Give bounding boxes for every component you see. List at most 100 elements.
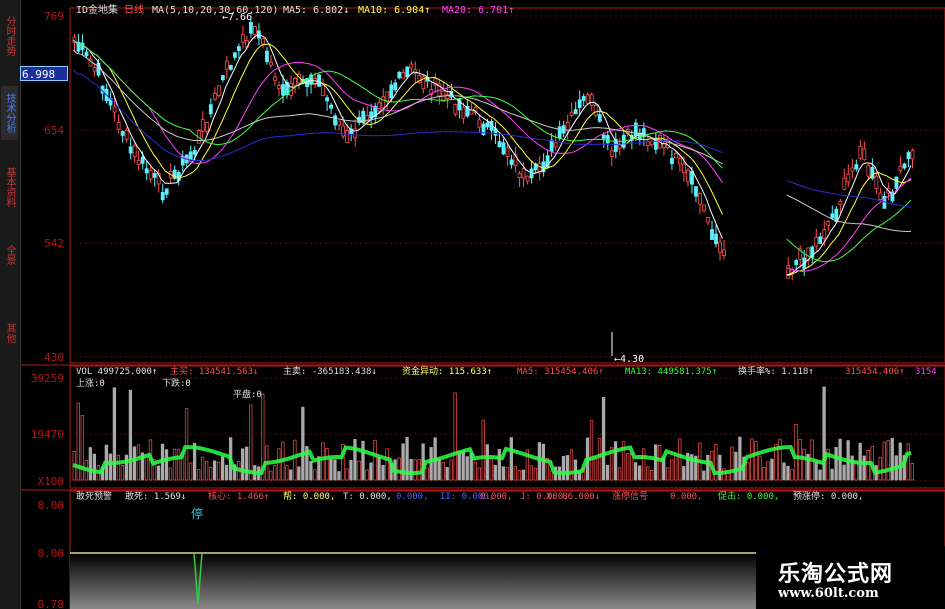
volume-bar (397, 457, 401, 481)
candle-body (866, 165, 871, 177)
period-label: 日线 (124, 3, 144, 16)
volume-bar (112, 387, 117, 481)
volume-bar (517, 470, 522, 481)
volume-bar (289, 469, 293, 481)
volume-bar (457, 451, 461, 481)
candle (164, 188, 169, 198)
candle (228, 64, 233, 71)
candle (593, 103, 598, 118)
candle (317, 73, 321, 87)
volume-bar (273, 464, 277, 481)
candle (718, 236, 722, 261)
volume-bar (746, 462, 750, 481)
candle (212, 87, 217, 101)
volume-value-label: VOL 499725.000↑ (76, 367, 157, 377)
volume-bar (385, 448, 389, 481)
candle (224, 55, 229, 79)
volume-bar (128, 389, 133, 481)
candle (910, 148, 915, 169)
candle (349, 124, 354, 142)
volume-bar (730, 446, 734, 481)
candle-body (565, 121, 570, 131)
candle-body (124, 129, 129, 140)
candle (144, 160, 149, 181)
candle (273, 72, 277, 86)
candle-body (136, 159, 141, 165)
candle (381, 88, 386, 116)
tab-other[interactable]: 其他 (1, 318, 18, 348)
candle-body (116, 122, 121, 130)
volume-bar (842, 464, 846, 481)
volume-bar (854, 461, 858, 481)
candle (517, 170, 522, 187)
volume-bar (633, 462, 638, 481)
volume-bar (357, 460, 361, 481)
candle (337, 120, 342, 131)
candle (846, 164, 851, 187)
volume-bar (890, 438, 894, 481)
candle-body (577, 99, 582, 108)
candle-body (232, 52, 237, 58)
volume-y-tick-label: 39259 (31, 372, 64, 385)
volume-bar (533, 467, 538, 481)
candle-body (686, 169, 690, 182)
candle-body (593, 105, 598, 116)
tab-time-share[interactable]: 分时走势 (1, 10, 18, 62)
candle-body (461, 106, 466, 119)
volume-bar (441, 461, 445, 481)
tab-basic-info[interactable]: 基本资料 (1, 160, 18, 214)
candle-body (333, 115, 338, 126)
candle-body (674, 152, 678, 159)
candle-body (240, 34, 245, 43)
candle-body (265, 50, 269, 63)
value-label: 0.000, (480, 492, 513, 502)
candle-body (224, 60, 229, 70)
volume-y-tick-label: X100 (38, 475, 65, 488)
candle-body (858, 145, 863, 159)
candle-body (397, 71, 402, 79)
candle (136, 150, 141, 171)
volume-bar (184, 408, 189, 481)
candle-body (794, 260, 799, 265)
candle (269, 54, 273, 69)
candle-body (369, 111, 374, 119)
candle (870, 158, 875, 181)
volume-bar (862, 455, 866, 481)
candle-body (140, 156, 145, 164)
volume-bar (200, 456, 205, 481)
candle (854, 159, 859, 172)
candle (208, 98, 213, 118)
candle (573, 101, 578, 115)
candle-body (902, 163, 907, 169)
candle (698, 191, 702, 214)
bang-value-label: 帮: 0.000, (283, 490, 335, 502)
candle (200, 111, 205, 139)
candle (858, 140, 863, 161)
tab-technical-analysis[interactable]: 技术分析 (1, 86, 18, 140)
volume-tail-label: 315454.406↑ (845, 367, 905, 377)
candle (706, 217, 710, 226)
volume-bar (417, 459, 421, 481)
price-y-tick-label: 769 (44, 10, 64, 23)
volume-bar (241, 448, 245, 481)
candle (353, 119, 358, 147)
volume-bar (513, 466, 517, 481)
volume-bar (910, 463, 914, 481)
volume-bar (770, 458, 774, 481)
volume-bar (501, 466, 505, 481)
candle-body (501, 142, 506, 155)
candle-body (269, 61, 273, 66)
volume-bar (321, 442, 325, 481)
volume-bar (702, 470, 706, 481)
stop-signal-label: 停 (191, 506, 203, 521)
candle (469, 103, 474, 115)
volume-bar (212, 460, 217, 481)
candle (297, 70, 301, 90)
volume-bar (172, 448, 177, 481)
tab-panorama[interactable]: 全景 (1, 240, 18, 270)
candle (333, 113, 338, 130)
volume-bar (481, 419, 485, 481)
candle (710, 220, 714, 240)
volume-bar (497, 449, 501, 481)
candle (152, 169, 157, 187)
